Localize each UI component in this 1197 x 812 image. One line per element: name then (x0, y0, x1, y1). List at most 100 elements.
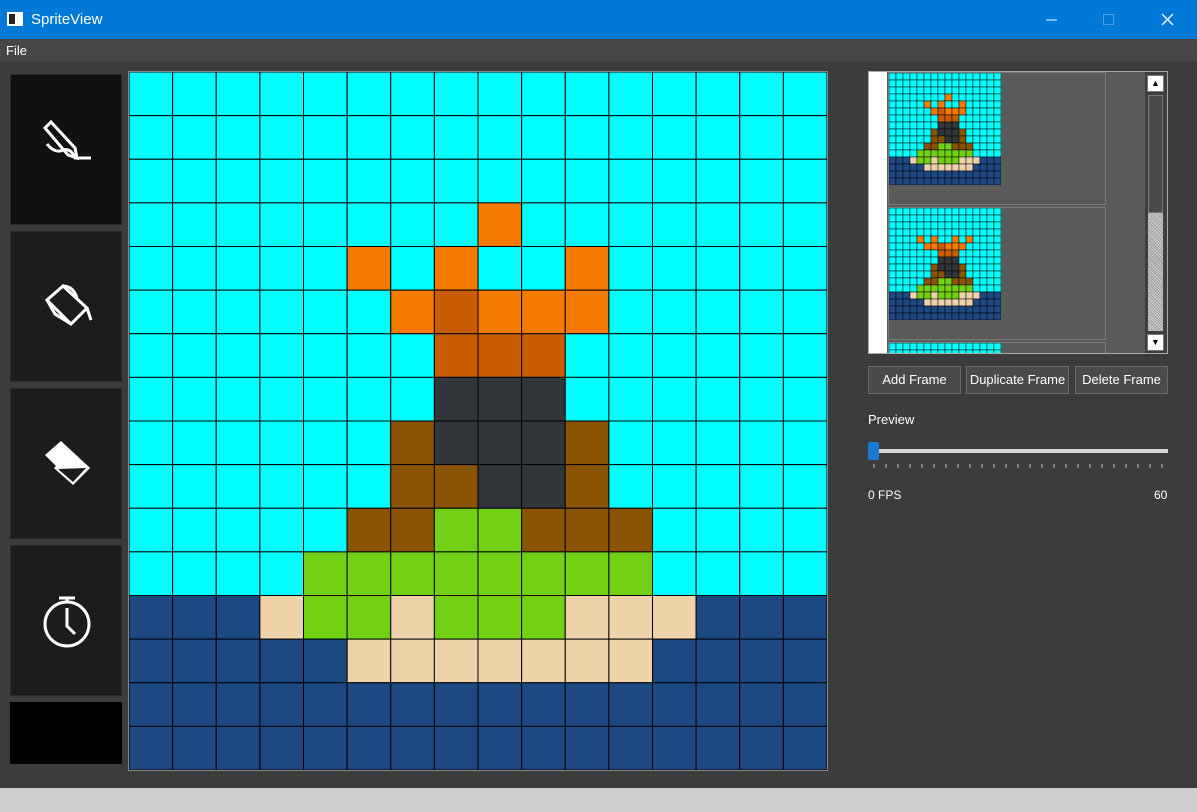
canvas-pixel[interactable] (215, 420, 261, 466)
canvas-pixel[interactable] (215, 72, 261, 117)
canvas-pixel[interactable] (652, 420, 697, 466)
canvas-pixel[interactable] (652, 595, 697, 640)
canvas-pixel[interactable] (608, 115, 653, 160)
canvas-pixel[interactable] (346, 551, 392, 596)
canvas-pixel[interactable] (652, 246, 697, 291)
canvas-pixel[interactable] (477, 158, 523, 204)
canvas-pixel[interactable] (346, 638, 392, 684)
canvas-pixel[interactable] (739, 464, 784, 509)
canvas-pixel[interactable] (782, 246, 827, 291)
current-color-swatch[interactable] (10, 702, 122, 764)
canvas-pixel[interactable] (477, 595, 523, 640)
canvas-pixel[interactable] (172, 595, 217, 640)
canvas-pixel[interactable] (215, 376, 261, 422)
fps-slider-handle[interactable] (868, 442, 879, 460)
canvas-pixel[interactable] (477, 333, 523, 378)
canvas-pixel[interactable] (259, 551, 304, 596)
canvas-pixel[interactable] (259, 376, 304, 422)
canvas-pixel[interactable] (390, 115, 435, 160)
canvas-pixel[interactable] (521, 464, 566, 509)
canvas-pixel[interactable] (782, 158, 827, 204)
canvas-pixel[interactable] (564, 246, 610, 291)
canvas-pixel[interactable] (433, 115, 479, 160)
canvas-pixel[interactable] (215, 158, 261, 204)
canvas-pixel[interactable] (782, 595, 827, 640)
canvas-pixel[interactable] (215, 682, 261, 727)
canvas-pixel[interactable] (259, 202, 304, 247)
canvas-pixel[interactable] (172, 638, 217, 684)
bucket-tool-button[interactable] (10, 231, 122, 382)
canvas-pixel[interactable] (652, 72, 697, 117)
canvas-pixel[interactable] (564, 158, 610, 204)
add-frame-button[interactable]: Add Frame (868, 366, 961, 394)
canvas-pixel[interactable] (303, 682, 348, 727)
timer-tool-button[interactable] (10, 545, 122, 696)
canvas-pixel[interactable] (652, 289, 697, 335)
canvas-pixel[interactable] (346, 202, 392, 247)
canvas-pixel[interactable] (695, 376, 741, 422)
canvas-pixel[interactable] (346, 682, 392, 727)
canvas-pixel[interactable] (215, 246, 261, 291)
canvas-pixel[interactable] (129, 333, 174, 378)
canvas-pixel[interactable] (346, 333, 392, 378)
canvas-pixel[interactable] (739, 725, 784, 770)
canvas-pixel[interactable] (259, 682, 304, 727)
canvas-pixel[interactable] (303, 158, 348, 204)
canvas-pixel[interactable] (303, 551, 348, 596)
canvas-pixel[interactable] (390, 376, 435, 422)
canvas-pixel[interactable] (564, 551, 610, 596)
canvas-pixel[interactable] (739, 158, 784, 204)
canvas-pixel[interactable] (129, 376, 174, 422)
canvas-pixel[interactable] (739, 333, 784, 378)
frames-scrollbar[interactable]: ▲ ▼ (1145, 72, 1167, 353)
minimize-button[interactable] (1022, 0, 1080, 39)
canvas-pixel[interactable] (303, 289, 348, 335)
canvas-pixel[interactable] (695, 638, 741, 684)
canvas-pixel[interactable] (608, 289, 653, 335)
canvas-pixel[interactable] (564, 333, 610, 378)
canvas-pixel[interactable] (695, 464, 741, 509)
canvas-pixel[interactable] (390, 289, 435, 335)
canvas-pixel[interactable] (521, 333, 566, 378)
canvas-pixel[interactable] (477, 376, 523, 422)
canvas-pixel[interactable] (564, 115, 610, 160)
canvas-pixel[interactable] (564, 72, 610, 117)
maximize-button[interactable] (1080, 0, 1138, 39)
canvas-pixel[interactable] (521, 420, 566, 466)
canvas-pixel[interactable] (346, 464, 392, 509)
canvas-pixel[interactable] (695, 246, 741, 291)
canvas-pixel[interactable] (390, 682, 435, 727)
canvas-pixel[interactable] (652, 333, 697, 378)
canvas-pixel[interactable] (564, 420, 610, 466)
canvas-pixel[interactable] (433, 72, 479, 117)
canvas-pixel[interactable] (652, 158, 697, 204)
duplicate-frame-button[interactable]: Duplicate Frame (966, 366, 1069, 394)
canvas-pixel[interactable] (390, 638, 435, 684)
canvas-pixel[interactable] (215, 507, 261, 553)
canvas-pixel[interactable] (477, 420, 523, 466)
canvas-pixel[interactable] (303, 72, 348, 117)
canvas-pixel[interactable] (695, 420, 741, 466)
canvas-pixel[interactable] (259, 72, 304, 117)
canvas-pixel[interactable] (564, 725, 610, 770)
canvas-pixel[interactable] (172, 72, 217, 117)
canvas-pixel[interactable] (303, 333, 348, 378)
canvas-pixel[interactable] (521, 725, 566, 770)
canvas-pixel[interactable] (695, 333, 741, 378)
canvas-pixel[interactable] (739, 682, 784, 727)
canvas-pixel[interactable] (782, 507, 827, 553)
scroll-down-button[interactable]: ▼ (1147, 334, 1164, 351)
canvas-pixel[interactable] (521, 551, 566, 596)
canvas-pixel[interactable] (739, 115, 784, 160)
canvas-pixel[interactable] (521, 638, 566, 684)
canvas-pixel[interactable] (433, 638, 479, 684)
canvas-pixel[interactable] (608, 551, 653, 596)
canvas-pixel[interactable] (303, 246, 348, 291)
canvas-pixel[interactable] (433, 551, 479, 596)
canvas-pixel[interactable] (477, 72, 523, 117)
canvas-pixel[interactable] (695, 158, 741, 204)
canvas-pixel[interactable] (433, 376, 479, 422)
canvas-pixel[interactable] (390, 725, 435, 770)
canvas-pixel[interactable] (215, 202, 261, 247)
canvas-pixel[interactable] (433, 289, 479, 335)
